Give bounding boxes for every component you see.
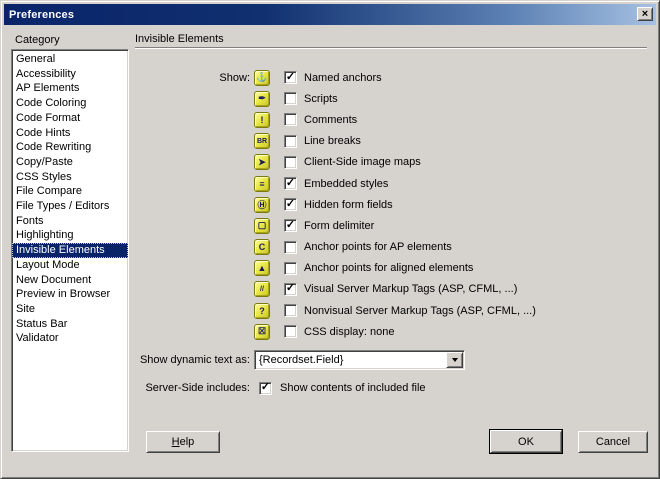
option-checkbox[interactable]	[284, 156, 297, 169]
preferences-dialog: Preferences × Category GeneralAccessibil…	[0, 0, 660, 479]
option-checkbox[interactable]	[284, 198, 297, 211]
option-row: Show: ⚓ Named anchors	[135, 67, 649, 88]
help-button[interactable]: Help	[146, 431, 220, 453]
option-row: ? Nonvisual Server Markup Tags (ASP, CFM…	[135, 300, 649, 321]
option-row: ! Comments	[135, 109, 649, 130]
dynamic-text-label: Show dynamic text as:	[135, 354, 254, 366]
chevron-down-icon	[452, 358, 458, 362]
hidden-form-fields-icon: Ⓗ	[254, 197, 270, 213]
option-checkbox[interactable]	[284, 177, 297, 190]
option-label: Hidden form fields	[304, 199, 393, 211]
option-checkbox[interactable]	[284, 283, 297, 296]
comments-icon: !	[254, 112, 270, 128]
line-breaks-icon: BR	[254, 133, 270, 149]
cancel-button[interactable]: Cancel	[578, 431, 648, 453]
category-item-status-bar[interactable]: Status Bar	[12, 317, 128, 332]
aligned-elements-anchor-icon: ▲	[254, 260, 270, 276]
server-side-includes-option-label: Show contents of included file	[280, 382, 426, 394]
category-item-file-types-editors[interactable]: File Types / Editors	[12, 199, 128, 214]
option-label: Embedded styles	[304, 178, 388, 190]
option-checkbox[interactable]	[284, 241, 297, 254]
option-row: ▲ Anchor points for aligned elements	[135, 258, 649, 279]
option-label: Anchor points for AP elements	[304, 241, 452, 253]
embedded-styles-icon: ≡	[254, 176, 270, 192]
category-item-code-format[interactable]: Code Format	[12, 111, 128, 126]
scripts-icon: ✒	[254, 91, 270, 107]
css-display-none-icon: ☒	[254, 324, 270, 340]
invisible-elements-options: Show: ⚓ Named anchors ✒ Scripts ! Commen…	[135, 67, 649, 342]
category-item-layout-mode[interactable]: Layout Mode	[12, 258, 128, 273]
category-item-general[interactable]: General	[12, 52, 128, 67]
option-checkbox[interactable]	[284, 113, 297, 126]
cancel-button-label: Cancel	[596, 436, 630, 448]
category-item-css-styles[interactable]: CSS Styles	[12, 170, 128, 185]
panel-title: Invisible Elements	[135, 33, 224, 45]
category-item-code-hints[interactable]: Code Hints	[12, 126, 128, 141]
category-item-site[interactable]: Site	[12, 302, 128, 317]
category-item-code-rewriting[interactable]: Code Rewriting	[12, 140, 128, 155]
option-checkbox[interactable]	[284, 304, 297, 317]
option-label: Nonvisual Server Markup Tags (ASP, CFML,…	[304, 305, 536, 317]
ap-elements-anchor-icon: C	[254, 239, 270, 255]
option-checkbox[interactable]	[284, 71, 297, 84]
show-label: Show:	[135, 72, 254, 84]
named-anchors-icon: ⚓	[254, 70, 270, 86]
option-row: ➤ Client-Side image maps	[135, 152, 649, 173]
nonvisual-server-markup-icon: ?	[254, 303, 270, 319]
option-label: Anchor points for aligned elements	[304, 262, 473, 274]
option-checkbox[interactable]	[284, 135, 297, 148]
ok-button[interactable]: OK	[490, 430, 562, 453]
option-checkbox[interactable]	[284, 325, 297, 338]
option-checkbox[interactable]	[284, 262, 297, 275]
option-label: CSS display: none	[304, 326, 395, 338]
dynamic-text-select[interactable]: {Recordset.Field}	[254, 350, 465, 370]
category-list[interactable]: GeneralAccessibilityAP ElementsCode Colo…	[11, 49, 129, 452]
option-label: Line breaks	[304, 135, 361, 147]
close-icon: ×	[642, 9, 648, 19]
close-button[interactable]: ×	[637, 7, 653, 21]
category-label: Category	[15, 34, 60, 46]
option-label: Form delimiter	[304, 220, 374, 232]
option-label: Comments	[304, 114, 357, 126]
option-row: ✒ Scripts	[135, 88, 649, 109]
server-side-includes-label: Server-Side includes:	[135, 382, 254, 394]
option-label: Scripts	[304, 93, 338, 105]
category-item-new-document[interactable]: New Document	[12, 273, 128, 288]
category-item-code-coloring[interactable]: Code Coloring	[12, 96, 128, 111]
panel-separator	[135, 47, 647, 49]
form-delimiter-icon: ▢	[254, 218, 270, 234]
option-row: ≡ Embedded styles	[135, 173, 649, 194]
window-title: Preferences	[9, 9, 74, 21]
option-checkbox[interactable]	[284, 219, 297, 232]
option-row: BR Line breaks	[135, 131, 649, 152]
category-item-highlighting[interactable]: Highlighting	[12, 228, 128, 243]
option-checkbox[interactable]	[284, 92, 297, 105]
server-side-includes-checkbox[interactable]	[259, 382, 272, 395]
option-row: C Anchor points for AP elements	[135, 237, 649, 258]
combo-dropdown-button[interactable]	[446, 352, 463, 368]
option-label: Client-Side image maps	[304, 156, 421, 168]
option-row: ▢ Form delimiter	[135, 215, 649, 236]
dynamic-text-value: {Recordset.Field}	[255, 354, 446, 366]
category-item-invisible-elements[interactable]: Invisible Elements	[12, 243, 128, 258]
category-item-file-compare[interactable]: File Compare	[12, 184, 128, 199]
option-row: ☒ CSS display: none	[135, 321, 649, 342]
option-row: Ⓗ Hidden form fields	[135, 194, 649, 215]
category-item-accessibility[interactable]: Accessibility	[12, 67, 128, 82]
visual-server-markup-icon: //	[254, 281, 270, 297]
category-item-ap-elements[interactable]: AP Elements	[12, 81, 128, 96]
category-item-preview-in-browser[interactable]: Preview in Browser	[12, 287, 128, 302]
option-row: // Visual Server Markup Tags (ASP, CFML,…	[135, 279, 649, 300]
server-side-includes-row: Server-Side includes: Show contents of i…	[135, 378, 426, 398]
category-item-fonts[interactable]: Fonts	[12, 214, 128, 229]
dynamic-text-row: Show dynamic text as: {Recordset.Field}	[135, 350, 465, 370]
option-label: Visual Server Markup Tags (ASP, CFML, ..…	[304, 283, 517, 295]
category-item-validator[interactable]: Validator	[12, 331, 128, 346]
image-maps-icon: ➤	[254, 154, 270, 170]
option-label: Named anchors	[304, 72, 382, 84]
titlebar[interactable]: Preferences ×	[4, 4, 656, 25]
category-item-copy-paste[interactable]: Copy/Paste	[12, 155, 128, 170]
ok-button-label: OK	[518, 436, 534, 448]
help-button-label: Help	[172, 436, 195, 448]
